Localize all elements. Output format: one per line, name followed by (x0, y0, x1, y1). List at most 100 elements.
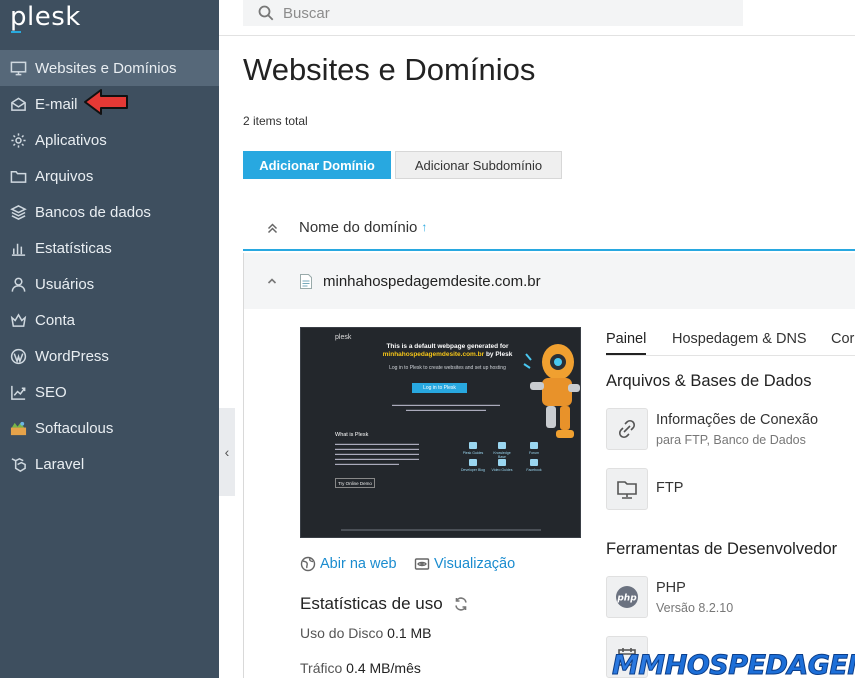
domain-panel: minhahospedagemdesite.com.br plesk This … (243, 253, 855, 678)
sidebar-item-label: Aplicativos (35, 131, 107, 149)
domain-name[interactable]: minhahospedagemdesite.com.br (323, 273, 541, 290)
softaculous-icon (10, 420, 27, 437)
logo-accent (11, 31, 21, 33)
tool-connection-info[interactable]: Informações de Conexão para FTP, Banco d… (606, 408, 855, 456)
preview-link-label: Knowledge Base (493, 451, 511, 459)
preview-link-label: Forum (528, 451, 540, 455)
disk-usage: Uso do Disco 0.1 MB (300, 625, 432, 641)
tool-name: Informações de Conexão (656, 412, 819, 428)
add-subdomain-button[interactable]: Adicionar Subdomínio (395, 151, 562, 179)
preview-login-button: Log in to Plesk (412, 383, 467, 393)
sidebar-item-label: Usuários (35, 275, 95, 293)
ftp-folder-icon (617, 481, 637, 499)
add-domain-button[interactable]: Adicionar Domínio (243, 151, 391, 179)
tool-icon-box: php (606, 576, 648, 618)
preview-text-block: ▬▬▬▬▬▬▬▬▬▬▬▬▬▬▬▬▬▬▬▬▬▬▬▬▬▬▬ ▬▬▬▬▬▬▬▬▬▬▬▬▬… (392, 402, 500, 412)
items-count: 2 items total (243, 114, 308, 128)
sidebar-item-label: Bancos de dados (35, 203, 151, 221)
plesk-app: plesk Websites e Domínios E-mail Aplicat… (0, 0, 855, 678)
header-divider (219, 35, 855, 36)
mail-icon (10, 96, 27, 113)
domain-list-header: Nome do domínio ↑ (243, 205, 855, 251)
tool-php[interactable]: php PHP Versão 8.2.10 (606, 576, 855, 624)
sidebar-item-usuarios[interactable]: Usuários (0, 266, 219, 302)
sidebar-item-wordpress[interactable]: WordPress (0, 338, 219, 374)
sidebar-item-label: WordPress (35, 347, 109, 365)
usage-stats-title: Estatísticas de uso (300, 594, 469, 614)
sidebar-item-label: Websites e Domínios (35, 59, 177, 77)
preview-headline: This is a default webpage generated for m… (382, 343, 513, 358)
php-icon: php (616, 586, 638, 608)
gear-icon (10, 132, 27, 149)
plesk-logo[interactable]: plesk (10, 2, 81, 32)
sidebar-item-label: Laravel (35, 455, 85, 473)
column-domain-name[interactable]: Nome do domínio (299, 219, 417, 236)
tool-description: para FTP, Banco de Dados (656, 433, 806, 447)
chevron-up-icon[interactable] (266, 275, 278, 287)
tab-painel[interactable]: Painel (606, 331, 647, 355)
domain-panel-header[interactable]: minhahospedagemdesite.com.br (244, 253, 855, 309)
search-input[interactable]: Buscar (283, 5, 330, 22)
tool-ftp[interactable]: FTP (606, 468, 855, 516)
blog-icon (469, 459, 477, 466)
knowledge-icon (498, 442, 506, 449)
preview-link-label: Visualização (434, 556, 516, 572)
preview-footer (341, 529, 541, 531)
sidebar-item-bancos[interactable]: Bancos de dados (0, 194, 219, 230)
preview-logo: plesk (335, 334, 352, 341)
tab-more[interactable]: Cor (831, 331, 854, 347)
preview-paragraph: ▬▬▬▬▬▬▬▬▬▬▬▬▬▬▬▬▬▬▬▬▬ ▬▬▬▬▬▬▬▬▬▬▬▬▬▬▬▬▬▬▬… (335, 441, 419, 466)
sidebar-item-arquivos[interactable]: Arquivos (0, 158, 219, 194)
eye-icon (414, 558, 430, 570)
link-icon (618, 419, 636, 439)
chevron-left-icon: ‹ (224, 444, 230, 460)
tab-hospedagem-dns[interactable]: Hospedagem & DNS (672, 331, 807, 347)
preview-intro: Log in to Plesk to create websites and s… (389, 365, 506, 371)
section-files-databases: Arquivos & Bases de Dados (606, 372, 812, 390)
traffic-usage: Tráfico 0.4 MB/mês (300, 660, 421, 676)
tabs-divider (606, 355, 855, 356)
sidebar-item-aplicativos[interactable]: Aplicativos (0, 122, 219, 158)
facebook-icon (530, 459, 538, 466)
search-icon (258, 5, 274, 21)
monitor-icon (10, 60, 27, 77)
folder-icon (10, 168, 27, 185)
seo-chart-icon (10, 384, 27, 401)
bar-chart-icon (10, 240, 27, 257)
video-icon (498, 459, 506, 466)
tool-name: PHP (656, 580, 686, 596)
sidebar-item-label: E-mail (35, 95, 78, 113)
website-preview-thumbnail[interactable]: plesk This is a default webpage generate… (300, 327, 581, 538)
sidebar-item-laravel[interactable]: Laravel (0, 446, 219, 482)
preview-link-label: Video Guides (491, 468, 513, 472)
tool-icon-box (606, 468, 648, 510)
refresh-icon[interactable] (453, 596, 469, 612)
sidebar-item-websites[interactable]: Websites e Domínios (0, 50, 219, 86)
search-bar[interactable]: Buscar (243, 0, 743, 26)
wordpress-icon (10, 348, 27, 365)
open-in-web-link[interactable]: Abir na web (300, 556, 397, 572)
sort-ascending-icon[interactable]: ↑ (421, 220, 427, 234)
sidebar-item-label: Softaculous (35, 419, 114, 437)
preview-link[interactable]: Visualização (414, 556, 515, 572)
sidebar-collapse-handle[interactable]: ‹ (219, 408, 235, 496)
tool-description: Versão 8.2.10 (656, 601, 734, 615)
sidebar-item-label: SEO (35, 383, 67, 401)
collapse-all-icon[interactable] (264, 219, 281, 236)
domain-tabs: Painel Hospedagem & DNS Cor (606, 327, 855, 356)
sidebar-item-estatisticas[interactable]: Estatísticas (0, 230, 219, 266)
tool-name: FTP (656, 480, 684, 496)
mmhospedagem-watermark: MMHOSPEDAGEM (612, 650, 855, 678)
page-icon (300, 273, 312, 289)
database-icon (10, 204, 27, 221)
sidebar-item-conta[interactable]: Conta (0, 302, 219, 338)
sidebar-item-label: Conta (35, 311, 76, 329)
sidebar-item-softaculous[interactable]: Softaculous (0, 410, 219, 446)
traffic-usage-value: 0.4 MB/mês (346, 660, 421, 676)
guides-icon (469, 442, 477, 449)
sidebar-item-seo[interactable]: SEO (0, 374, 219, 410)
preview-what-is: What is Plesk (335, 432, 369, 438)
open-in-web-label: Abir na web (320, 556, 397, 572)
globe-icon (300, 556, 316, 572)
sidebar-item-label: Estatísticas (35, 239, 112, 257)
